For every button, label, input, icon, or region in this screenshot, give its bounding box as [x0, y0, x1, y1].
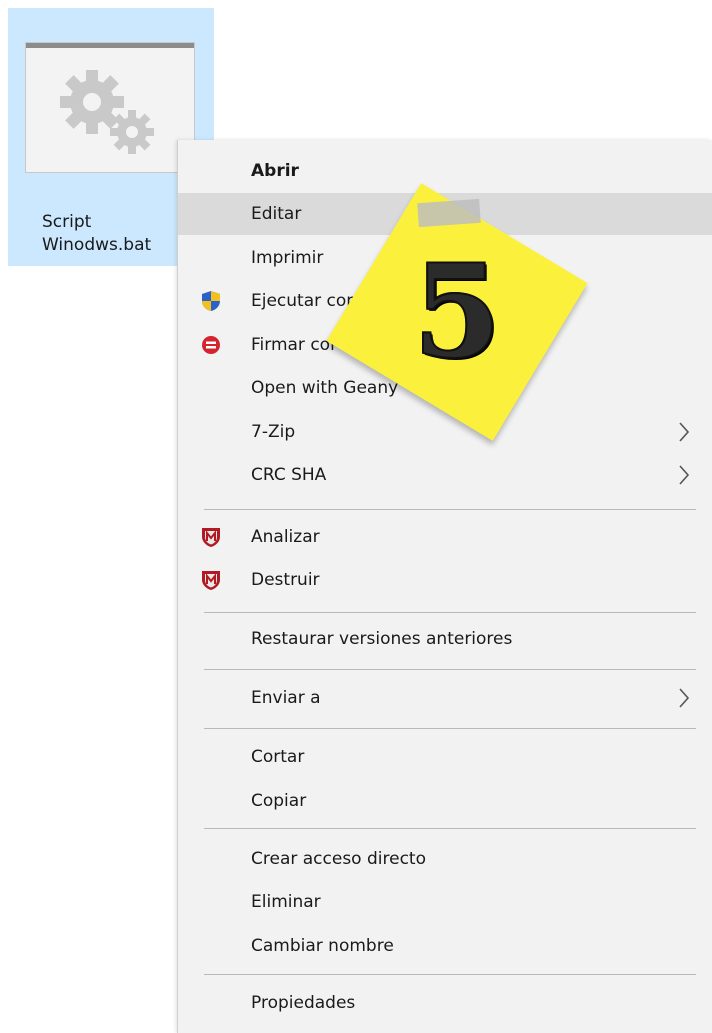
- menu-item-label: Propiedades: [251, 993, 356, 1013]
- menu-item-label: Copiar: [251, 791, 307, 811]
- gears-icon: [60, 70, 154, 154]
- menu-item-label: Editar: [251, 204, 302, 224]
- menu-item-restaurar-versiones[interactable]: Restaurar versiones anteriores: [178, 618, 712, 660]
- menu-separator: [204, 728, 696, 729]
- menu-item-enviar-a[interactable]: Enviar a: [178, 677, 712, 719]
- menu-item-label: Abrir: [251, 161, 299, 181]
- menu-item-cambiar-nombre[interactable]: Cambiar nombre: [178, 925, 712, 967]
- chevron-right-icon: [679, 465, 690, 485]
- menu-item-crc-sha[interactable]: CRC SHA: [178, 454, 712, 496]
- chevron-right-icon: [679, 422, 690, 442]
- menu-item-label: 7-Zip: [251, 422, 296, 442]
- menu-item-label: Firmar cor: [251, 335, 338, 355]
- menu-item-label: CRC SHA: [251, 465, 327, 485]
- menu-item-label: Cambiar nombre: [251, 936, 394, 956]
- menu-separator: [204, 828, 696, 829]
- menu-item-7zip[interactable]: 7-Zip: [178, 411, 712, 453]
- menu-item-destruir[interactable]: Destruir: [178, 559, 712, 601]
- step-number: 5: [411, 236, 502, 388]
- menu-item-label: Restaurar versiones anteriores: [251, 629, 513, 649]
- menu-item-propiedades[interactable]: Propiedades: [178, 982, 712, 1024]
- file-thumbnail: [26, 43, 194, 172]
- menu-separator: [204, 974, 696, 975]
- menu-item-label: Destruir: [251, 570, 320, 590]
- mcafee-icon: [202, 528, 220, 547]
- menu-separator: [204, 612, 696, 613]
- menu-item-analizar[interactable]: Analizar: [178, 516, 712, 558]
- menu-item-crear-acceso-directo[interactable]: Crear acceso directo: [178, 838, 712, 880]
- menu-item-abrir[interactable]: Abrir: [178, 150, 712, 192]
- menu-item-label: Crear acceso directo: [251, 849, 426, 869]
- menu-item-copiar[interactable]: Copiar: [178, 780, 712, 822]
- menu-item-eliminar[interactable]: Eliminar: [178, 881, 712, 923]
- menu-item-label: Cortar: [251, 747, 305, 767]
- mcafee-icon: [202, 571, 220, 590]
- tape-strip: [417, 198, 481, 228]
- menu-item-label: Imprimir: [251, 248, 324, 268]
- menu-item-cortar[interactable]: Cortar: [178, 736, 712, 778]
- uac-shield-icon: [202, 291, 220, 311]
- menu-separator: [204, 669, 696, 670]
- menu-item-label: Eliminar: [251, 892, 321, 912]
- menu-separator: [204, 509, 696, 510]
- chevron-right-icon: [679, 688, 690, 708]
- sign-icon: [202, 336, 220, 354]
- menu-item-label: Analizar: [251, 527, 320, 547]
- menu-item-label: Enviar a: [251, 688, 321, 708]
